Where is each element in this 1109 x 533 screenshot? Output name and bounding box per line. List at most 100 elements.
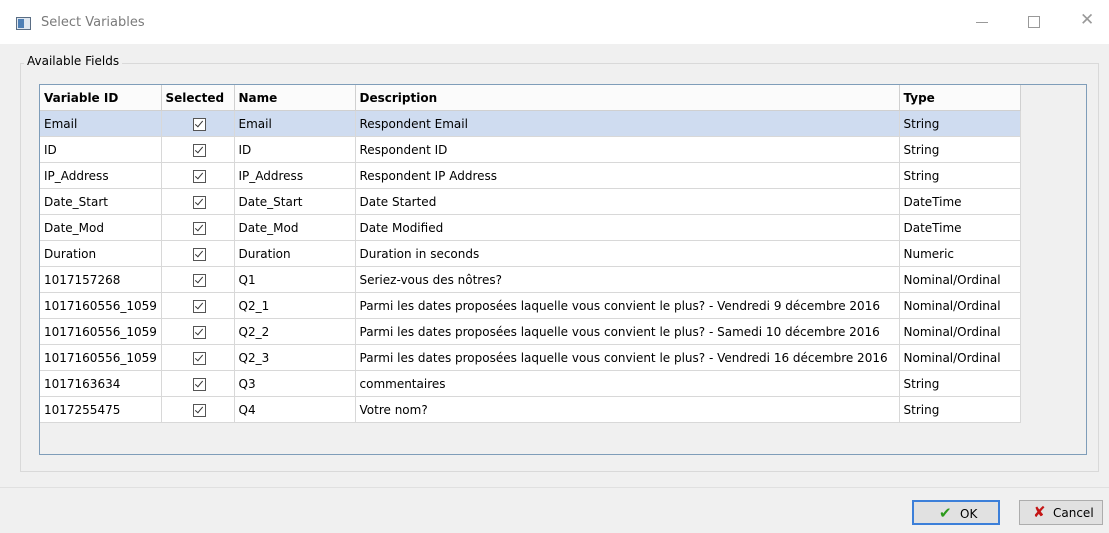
- table-row[interactable]: IP_Address IP_Address Respondent IP Addres…: [40, 162, 1021, 189]
- cancel-button-label: Cancel: [1053, 506, 1094, 520]
- cell-name[interactable]: Q1: [234, 266, 356, 293]
- header-row: Variable ID Selected Name Description Ty…: [40, 85, 1021, 111]
- table-row[interactable]: 1017160556_1059 Q2_1 Parmi les dates propo…: [40, 292, 1021, 319]
- cell-variable-id[interactable]: ID: [40, 136, 162, 163]
- selected-checkbox[interactable]: [193, 299, 206, 313]
- cell-type[interactable]: Nominal/Ordinal: [899, 318, 1021, 345]
- cell-description[interactable]: Duration in seconds: [355, 240, 900, 267]
- cell-name[interactable]: Q2_2: [234, 318, 356, 345]
- variables-grid[interactable]: Variable ID Selected Name Description Ty…: [39, 84, 1087, 455]
- column-header-selected[interactable]: Selected: [161, 85, 235, 111]
- cell-type[interactable]: Numeric: [899, 240, 1021, 267]
- cell-type[interactable]: DateTime: [899, 188, 1021, 215]
- cell-description[interactable]: Seriez-vous des nôtres?: [355, 266, 900, 293]
- cell-type[interactable]: String: [899, 162, 1021, 189]
- cell-name[interactable]: Q3: [234, 370, 356, 397]
- cell-variable-id[interactable]: Date_Start: [40, 188, 162, 215]
- close-button[interactable]: ✕: [1063, 8, 1107, 36]
- cell-type[interactable]: Nominal/Ordinal: [899, 292, 1021, 319]
- selected-checkbox[interactable]: [193, 273, 206, 287]
- cell-variable-id[interactable]: 1017157268: [40, 266, 162, 293]
- table-row[interactable]: Duration Duration Duration in seconds Numer…: [40, 240, 1021, 267]
- cell-description[interactable]: Respondent IP Address: [355, 162, 900, 189]
- cell-selected[interactable]: [161, 136, 235, 163]
- selected-checkbox[interactable]: [193, 377, 206, 391]
- cell-selected[interactable]: [161, 110, 235, 137]
- table-row[interactable]: 1017160556_1059 Q2_3 Parmi les dates propo…: [40, 344, 1021, 371]
- cell-name[interactable]: IP_Address: [234, 162, 356, 189]
- cell-description[interactable]: Respondent ID: [355, 136, 900, 163]
- cell-selected[interactable]: [161, 370, 235, 397]
- table-row[interactable]: 1017255475 Q4 Votre nom? String: [40, 396, 1021, 423]
- window-title: Select Variables: [41, 15, 145, 30]
- selected-checkbox[interactable]: [193, 351, 206, 365]
- selected-checkbox[interactable]: [193, 117, 206, 131]
- cell-description[interactable]: Parmi les dates proposées laquelle vous …: [355, 292, 900, 319]
- table-row[interactable]: ID ID Respondent ID String: [40, 136, 1021, 163]
- cell-variable-id[interactable]: 1017255475: [40, 396, 162, 423]
- window-app-icon: [16, 17, 31, 30]
- maximize-button[interactable]: [1012, 8, 1056, 36]
- ok-button[interactable]: ✔ OK: [912, 500, 1000, 525]
- cell-name[interactable]: Q2_3: [234, 344, 356, 371]
- cell-description[interactable]: Respondent Email: [355, 110, 900, 137]
- cell-type[interactable]: Nominal/Ordinal: [899, 266, 1021, 293]
- cell-selected[interactable]: [161, 240, 235, 267]
- cell-type[interactable]: Nominal/Ordinal: [899, 344, 1021, 371]
- cell-type[interactable]: DateTime: [899, 214, 1021, 241]
- cell-description[interactable]: Date Modified: [355, 214, 900, 241]
- table-row[interactable]: Date_Start Date_Start Date Started DateTime: [40, 188, 1021, 215]
- cell-variable-id[interactable]: Duration: [40, 240, 162, 267]
- cell-name[interactable]: ID: [234, 136, 356, 163]
- cell-variable-id[interactable]: Date_Mod: [40, 214, 162, 241]
- cell-name[interactable]: Date_Mod: [234, 214, 356, 241]
- cell-name[interactable]: Date_Start: [234, 188, 356, 215]
- table-row[interactable]: 1017157268 Q1 Seriez-vous des nôtres? Nomin…: [40, 266, 1021, 293]
- column-header-variable-id[interactable]: Variable ID: [40, 85, 162, 111]
- cell-description[interactable]: Parmi les dates proposées laquelle vous …: [355, 344, 900, 371]
- cell-selected[interactable]: [161, 318, 235, 345]
- cell-selected[interactable]: [161, 214, 235, 241]
- selected-checkbox[interactable]: [193, 169, 206, 183]
- cell-type[interactable]: String: [899, 136, 1021, 163]
- cell-name[interactable]: Email: [234, 110, 356, 137]
- cell-selected[interactable]: [161, 344, 235, 371]
- cell-type[interactable]: String: [899, 396, 1021, 423]
- table-row[interactable]: 1017163634 Q3 commentaires String: [40, 370, 1021, 397]
- cell-selected[interactable]: [161, 266, 235, 293]
- selected-checkbox[interactable]: [193, 143, 206, 157]
- cell-description[interactable]: commentaires: [355, 370, 900, 397]
- selected-checkbox[interactable]: [193, 221, 206, 235]
- cell-type[interactable]: String: [899, 110, 1021, 137]
- column-header-name[interactable]: Name: [234, 85, 356, 111]
- cell-name[interactable]: Q2_1: [234, 292, 356, 319]
- cell-description[interactable]: Votre nom?: [355, 396, 900, 423]
- cell-variable-id[interactable]: IP_Address: [40, 162, 162, 189]
- cell-selected[interactable]: [161, 162, 235, 189]
- cancel-button[interactable]: ✘ Cancel: [1019, 500, 1103, 525]
- cell-variable-id[interactable]: 1017160556_1059: [40, 292, 162, 319]
- ok-button-label: OK: [960, 507, 978, 521]
- cell-type[interactable]: String: [899, 370, 1021, 397]
- selected-checkbox[interactable]: [193, 247, 206, 261]
- cell-description[interactable]: Date Started: [355, 188, 900, 215]
- cell-selected[interactable]: [161, 396, 235, 423]
- selected-checkbox[interactable]: [193, 195, 206, 209]
- cell-variable-id[interactable]: 1017160556_1059: [40, 318, 162, 345]
- minimize-button[interactable]: [960, 8, 1004, 36]
- cell-name[interactable]: Q4: [234, 396, 356, 423]
- cell-variable-id[interactable]: 1017160556_1059: [40, 344, 162, 371]
- table-row[interactable]: Email Email Respondent Email String: [40, 110, 1021, 137]
- column-header-description[interactable]: Description: [355, 85, 900, 111]
- selected-checkbox[interactable]: [193, 325, 206, 339]
- cell-selected[interactable]: [161, 188, 235, 215]
- table-row[interactable]: 1017160556_1059 Q2_2 Parmi les dates propo…: [40, 318, 1021, 345]
- cell-description[interactable]: Parmi les dates proposées laquelle vous …: [355, 318, 900, 345]
- table-row[interactable]: Date_Mod Date_Mod Date Modified DateTime: [40, 214, 1021, 241]
- cell-variable-id[interactable]: Email: [40, 110, 162, 137]
- cell-name[interactable]: Duration: [234, 240, 356, 267]
- column-header-type[interactable]: Type: [899, 85, 1021, 111]
- cell-selected[interactable]: [161, 292, 235, 319]
- selected-checkbox[interactable]: [193, 403, 206, 417]
- cell-variable-id[interactable]: 1017163634: [40, 370, 162, 397]
